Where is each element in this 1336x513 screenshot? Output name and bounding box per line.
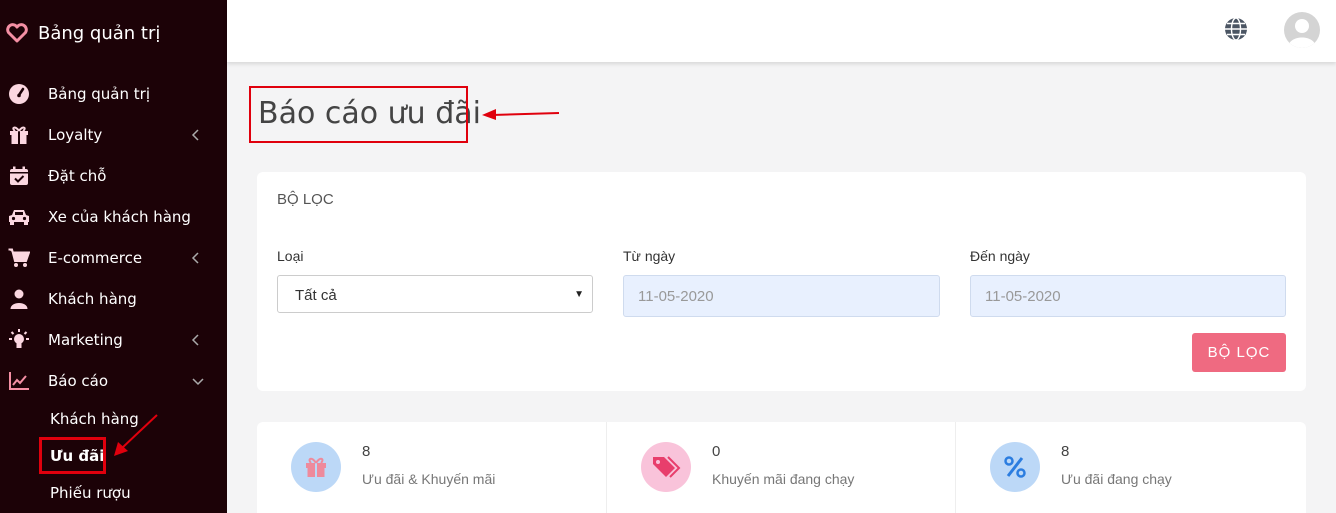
sidebar-item-label: Xe của khách hàng <box>48 208 191 226</box>
annotation-box <box>39 437 106 474</box>
sidebar-item-loyalty[interactable]: Loyalty <box>0 115 227 155</box>
to-date-label: Đến ngày <box>970 248 1030 264</box>
type-select-value: Tất cả <box>295 287 337 304</box>
stat-running-offers: 8 Ưu đãi đang chạy <box>955 422 1306 513</box>
chevron-down-icon <box>192 378 204 386</box>
annotation-arrow <box>114 414 158 456</box>
sidebar-item-dashboard[interactable]: Bảng quản trị <box>0 74 227 114</box>
type-label: Loại <box>277 248 304 264</box>
gift-icon <box>291 442 341 492</box>
globe-icon[interactable] <box>1223 16 1249 42</box>
annotation-box <box>249 86 468 143</box>
sidebar-item-label: E-commerce <box>48 249 143 267</box>
user-avatar-icon <box>1288 19 1316 48</box>
gift-icon <box>8 124 30 146</box>
topbar <box>227 0 1336 62</box>
from-date-label: Từ ngày <box>623 248 676 264</box>
sidebar-item-label: Báo cáo <box>48 372 109 390</box>
avatar[interactable] <box>1284 12 1320 48</box>
cart-icon <box>8 247 30 269</box>
chevron-left-icon <box>191 334 199 346</box>
sub-item-wine-vouchers[interactable]: Phiếu rượu <box>50 484 131 502</box>
app-title: Bảng quản trị <box>38 22 161 44</box>
chart-line-icon <box>8 370 30 392</box>
sidebar-item-label: Đặt chỗ <box>48 167 107 185</box>
sidebar-item-reports[interactable]: Báo cáo <box>0 361 227 401</box>
type-select[interactable]: Tất cả ▼ <box>277 275 593 313</box>
sidebar-item-ecommerce[interactable]: E-commerce <box>0 238 227 278</box>
caret-down-icon: ▼ <box>574 289 584 300</box>
chevron-left-icon <box>191 129 199 141</box>
sidebar-item-label: Loyalty <box>48 126 103 144</box>
stat-label: Ưu đãi & Khuyến mãi <box>362 471 496 487</box>
dashboard-icon <box>8 83 30 105</box>
from-date-input[interactable]: 11-05-2020 <box>623 275 940 317</box>
calendar-check-icon <box>8 165 30 187</box>
chevron-left-icon <box>191 252 199 264</box>
to-date-input[interactable]: 11-05-2020 <box>970 275 1286 317</box>
stat-offers-promotions: 8 Ưu đãi & Khuyến mãi <box>257 422 606 513</box>
sidebar-item-customer-cars[interactable]: Xe của khách hàng <box>0 197 227 237</box>
stat-value: 8 <box>1061 443 1070 460</box>
tags-icon <box>641 442 691 492</box>
filter-header: BỘ LỌC <box>277 191 334 208</box>
sidebar-item-booking[interactable]: Đặt chỗ <box>0 156 227 196</box>
stat-value: 8 <box>362 443 371 460</box>
sidebar-item-label: Marketing <box>48 331 123 349</box>
bulb-icon <box>8 329 30 351</box>
user-icon <box>8 288 30 310</box>
car-icon <box>8 206 30 228</box>
percent-icon <box>990 442 1040 492</box>
sidebar-item-label: Bảng quản trị <box>48 85 150 103</box>
sidebar-item-customers[interactable]: Khách hàng <box>0 279 227 319</box>
sidebar-item-marketing[interactable]: Marketing <box>0 320 227 360</box>
brand[interactable]: Bảng quản trị <box>6 20 160 46</box>
stat-label: Khuyến mãi đang chạy <box>712 471 855 487</box>
stats-card: 8 Ưu đãi & Khuyến mãi 0 Khuyến mãi đang … <box>257 422 1306 513</box>
filter-card: BỘ LỌC Loại Tất cả ▼ Từ ngày 11-05-2020 … <box>257 172 1306 391</box>
sidebar-item-label: Khách hàng <box>48 290 137 308</box>
heart-logo-icon <box>6 23 28 43</box>
stat-value: 0 <box>712 443 721 460</box>
stat-label: Ưu đãi đang chạy <box>1061 471 1172 487</box>
stat-running-promotions: 0 Khuyến mãi đang chạy <box>606 422 955 513</box>
filter-button[interactable]: BỘ LỌC <box>1192 333 1286 372</box>
annotation-arrow <box>482 109 560 120</box>
